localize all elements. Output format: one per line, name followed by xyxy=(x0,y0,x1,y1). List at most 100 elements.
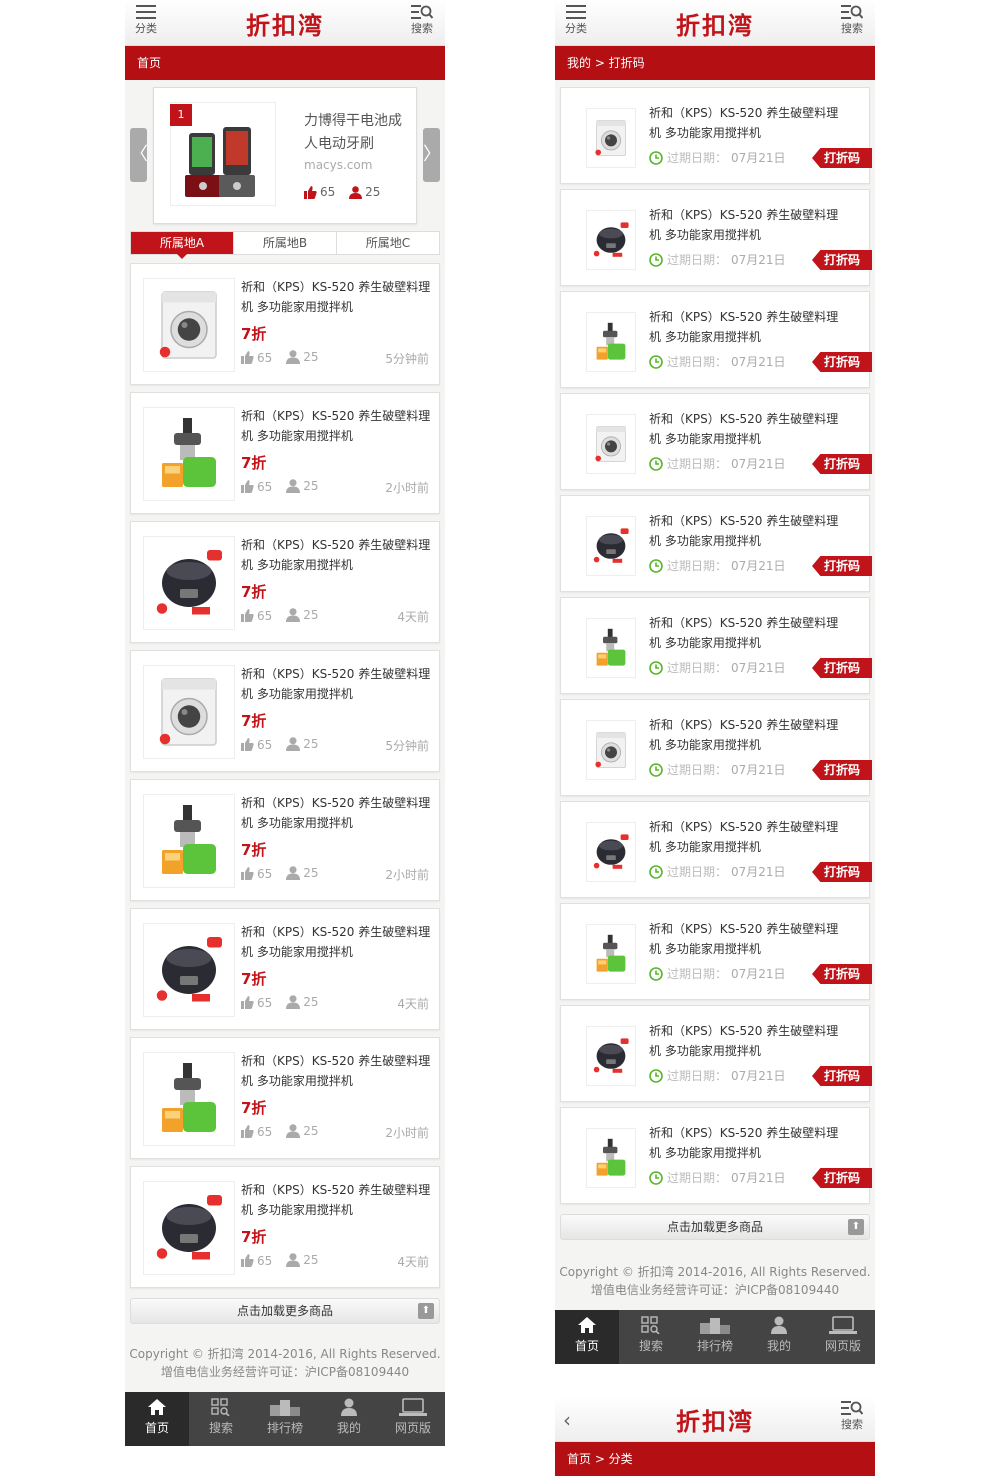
coupon-item[interactable]: 祈和（KPS）KS-520 养生破壁料理机 多功能家用搅拌机 过期日期： 07月21… xyxy=(560,597,872,694)
expire-value: 07月21日 xyxy=(731,1171,786,1185)
deal-item[interactable]: 祈和（KPS）KS-520 养生破壁料理机 多功能家用搅拌机 7折 65 25 2小时前 xyxy=(130,392,440,514)
get-code-button[interactable]: 打折码 xyxy=(812,1168,872,1188)
podium-icon xyxy=(683,1316,747,1334)
tab-region-b[interactable]: 所属地B xyxy=(234,232,337,254)
expire-value: 07月21日 xyxy=(731,1069,786,1083)
logo[interactable]: 折扣湾 xyxy=(555,1402,875,1437)
nav-item-3[interactable]: 我的 xyxy=(317,1392,381,1446)
deal-item[interactable]: 祈和（KPS）KS-520 养生破壁料理机 多功能家用搅拌机 7折 65 25 2小时前 xyxy=(130,1037,440,1159)
item-stats: 65 25 4天前 xyxy=(241,608,429,625)
logo[interactable]: 折扣湾 xyxy=(125,6,445,41)
expire-date: 过期日期： 07月21日 xyxy=(649,1169,786,1186)
nav-item-2[interactable]: 排行榜 xyxy=(253,1392,317,1446)
user-icon xyxy=(286,737,301,751)
item-stats: 65 25 2小时前 xyxy=(241,866,429,883)
coupon-item[interactable]: 祈和（KPS）KS-520 养生破壁料理机 多功能家用搅拌机 过期日期： 07月21… xyxy=(560,393,872,490)
coupon-item[interactable]: 祈和（KPS）KS-520 养生破壁料理机 多功能家用搅拌机 过期日期： 07月21… xyxy=(560,291,872,388)
coupon-item[interactable]: 祈和（KPS）KS-520 养生破壁料理机 多功能家用搅拌机 过期日期： 07月21… xyxy=(560,189,872,286)
nav-item-2[interactable]: 排行榜 xyxy=(683,1310,747,1364)
get-code-button[interactable]: 打折码 xyxy=(812,964,872,984)
coupon-item[interactable]: 祈和（KPS）KS-520 养生破壁料理机 多功能家用搅拌机 过期日期： 07月21… xyxy=(560,1107,872,1204)
coupon-item[interactable]: 祈和（KPS）KS-520 养生破壁料理机 多功能家用搅拌机 过期日期： 07月21… xyxy=(560,1005,872,1102)
post-time: 4天前 xyxy=(397,1255,429,1269)
coupon-item[interactable]: 祈和（KPS）KS-520 养生破壁料理机 多功能家用搅拌机 过期日期： 07月21… xyxy=(560,495,872,592)
get-code-button[interactable]: 打折码 xyxy=(812,148,872,168)
slider-next-button[interactable]: 〉 xyxy=(423,128,441,182)
deal-item[interactable]: 祈和（KPS）KS-520 养生破壁料理机 多功能家用搅拌机 7折 65 25 5分钟前 xyxy=(130,263,440,385)
search-list-icon xyxy=(411,5,433,19)
deal-item[interactable]: 祈和（KPS）KS-520 养生破壁料理机 多功能家用搅拌机 7折 65 25 5分钟前 xyxy=(130,650,440,772)
nav-item-1[interactable]: 搜索 xyxy=(189,1392,253,1446)
footer: Copyright © 折扣湾 2014-2016, All Rights Re… xyxy=(125,1345,445,1381)
nav-item-0[interactable]: 首页 xyxy=(125,1392,189,1446)
search-button[interactable]: 搜索 xyxy=(837,5,867,36)
load-more-button[interactable]: 点击加载更多商品 ⬆ xyxy=(130,1298,440,1324)
coupon-item[interactable]: 祈和（KPS）KS-520 养生破壁料理机 多功能家用搅拌机 过期日期： 07月21… xyxy=(560,801,872,898)
deal-item[interactable]: 祈和（KPS）KS-520 养生破壁料理机 多功能家用搅拌机 7折 65 25 2小时前 xyxy=(130,779,440,901)
featured-users: 25 xyxy=(365,185,381,199)
get-code-button[interactable]: 打折码 xyxy=(812,1066,872,1086)
nav-label: 我的 xyxy=(766,1339,791,1353)
thumbs-up-icon xyxy=(304,185,317,199)
clock-icon xyxy=(649,456,663,471)
product-thumbnail xyxy=(586,822,636,882)
product-title: 祈和（KPS）KS-520 养生破壁料理机 多功能家用搅拌机 xyxy=(241,409,431,443)
product-title: 祈和（KPS）KS-520 养生破壁料理机 多功能家用搅拌机 xyxy=(649,514,839,548)
coupon-item[interactable]: 祈和（KPS）KS-520 养生破壁料理机 多功能家用搅拌机 过期日期： 07月21… xyxy=(560,903,872,1000)
laptop-icon xyxy=(381,1398,445,1416)
expire-value: 07月21日 xyxy=(731,457,786,471)
user-icon xyxy=(286,995,301,1009)
grid-search-icon xyxy=(189,1398,253,1416)
get-code-button[interactable]: 打折码 xyxy=(812,250,872,270)
tab-region-c[interactable]: 所属地C xyxy=(337,232,439,254)
search-button[interactable]: 搜索 xyxy=(407,5,437,36)
breadcrumb: 首页 xyxy=(125,46,445,80)
get-code-button[interactable]: 打折码 xyxy=(812,658,872,678)
product-thumbnail xyxy=(586,516,636,576)
nav-label: 搜索 xyxy=(638,1339,663,1353)
item-stats: 65 25 5分钟前 xyxy=(241,350,429,367)
search-button[interactable]: 搜索 xyxy=(837,1401,867,1432)
get-code-button[interactable]: 打折码 xyxy=(812,454,872,474)
tab-region-a[interactable]: 所属地A xyxy=(131,232,234,259)
get-code-button[interactable]: 打折码 xyxy=(812,556,872,576)
expire-label: 过期日期： xyxy=(667,253,728,267)
likes-count: 65 xyxy=(257,1124,273,1139)
nav-label: 网页版 xyxy=(824,1339,861,1353)
featured-slide[interactable]: 1 力博得干电池成人电动牙刷 macys.com 65 25 xyxy=(153,87,417,224)
get-code-button[interactable]: 打折码 xyxy=(812,352,872,372)
nav-item-3[interactable]: 我的 xyxy=(747,1310,811,1364)
coupon-item[interactable]: 祈和（KPS）KS-520 养生破壁料理机 多功能家用搅拌机 过期日期： 07月21… xyxy=(560,87,872,184)
logo[interactable]: 折扣湾 xyxy=(555,6,875,41)
load-more-label: 点击加载更多商品 xyxy=(236,1304,333,1318)
deal-item[interactable]: 祈和（KPS）KS-520 养生破壁料理机 多功能家用搅拌机 7折 65 25 4天前 xyxy=(130,1166,440,1288)
get-code-button[interactable]: 打折码 xyxy=(812,760,872,780)
coupon-list: 祈和（KPS）KS-520 养生破壁料理机 多功能家用搅拌机 过期日期： 07月21… xyxy=(560,87,872,1209)
post-time: 2小时前 xyxy=(385,868,429,882)
thumbs-up-icon xyxy=(241,738,254,751)
slide-index-badge: 1 xyxy=(170,104,192,126)
load-more-button[interactable]: 点击加载更多商品 ⬆ xyxy=(560,1214,870,1240)
product-thumbnail xyxy=(143,1181,235,1275)
nav-item-4[interactable]: 网页版 xyxy=(811,1310,875,1364)
nav-item-0[interactable]: 首页 xyxy=(555,1310,619,1364)
back-to-top-icon[interactable]: ⬆ xyxy=(848,1219,864,1235)
expire-label: 过期日期： xyxy=(667,1069,728,1083)
product-thumbnail xyxy=(586,618,636,678)
discount-label: 7折 xyxy=(241,325,267,343)
get-code-button[interactable]: 打折码 xyxy=(812,862,872,882)
nav-item-1[interactable]: 搜索 xyxy=(619,1310,683,1364)
bottom-nav: 首页 搜索 排行榜 我的 网页版 xyxy=(555,1310,875,1364)
deal-item[interactable]: 祈和（KPS）KS-520 养生破壁料理机 多功能家用搅拌机 7折 65 25 4天前 xyxy=(130,521,440,643)
product-thumbnail xyxy=(586,924,636,984)
breadcrumb: 我的 > 打折码 xyxy=(555,46,875,80)
coupon-item[interactable]: 祈和（KPS）KS-520 养生破壁料理机 多功能家用搅拌机 过期日期： 07月21… xyxy=(560,699,872,796)
nav-item-4[interactable]: 网页版 xyxy=(381,1392,445,1446)
back-to-top-icon[interactable]: ⬆ xyxy=(418,1303,434,1319)
bottom-nav: 首页 搜索 排行榜 我的 网页版 xyxy=(125,1392,445,1446)
thumbs-up-icon xyxy=(241,996,254,1009)
product-title: 祈和（KPS）KS-520 养生破壁料理机 多功能家用搅拌机 xyxy=(649,922,839,956)
slider-prev-button[interactable]: 〈 xyxy=(130,128,148,182)
deal-item[interactable]: 祈和（KPS）KS-520 养生破壁料理机 多功能家用搅拌机 7折 65 25 4天前 xyxy=(130,908,440,1030)
footer: Copyright © 折扣湾 2014-2016, All Rights Re… xyxy=(555,1263,875,1299)
